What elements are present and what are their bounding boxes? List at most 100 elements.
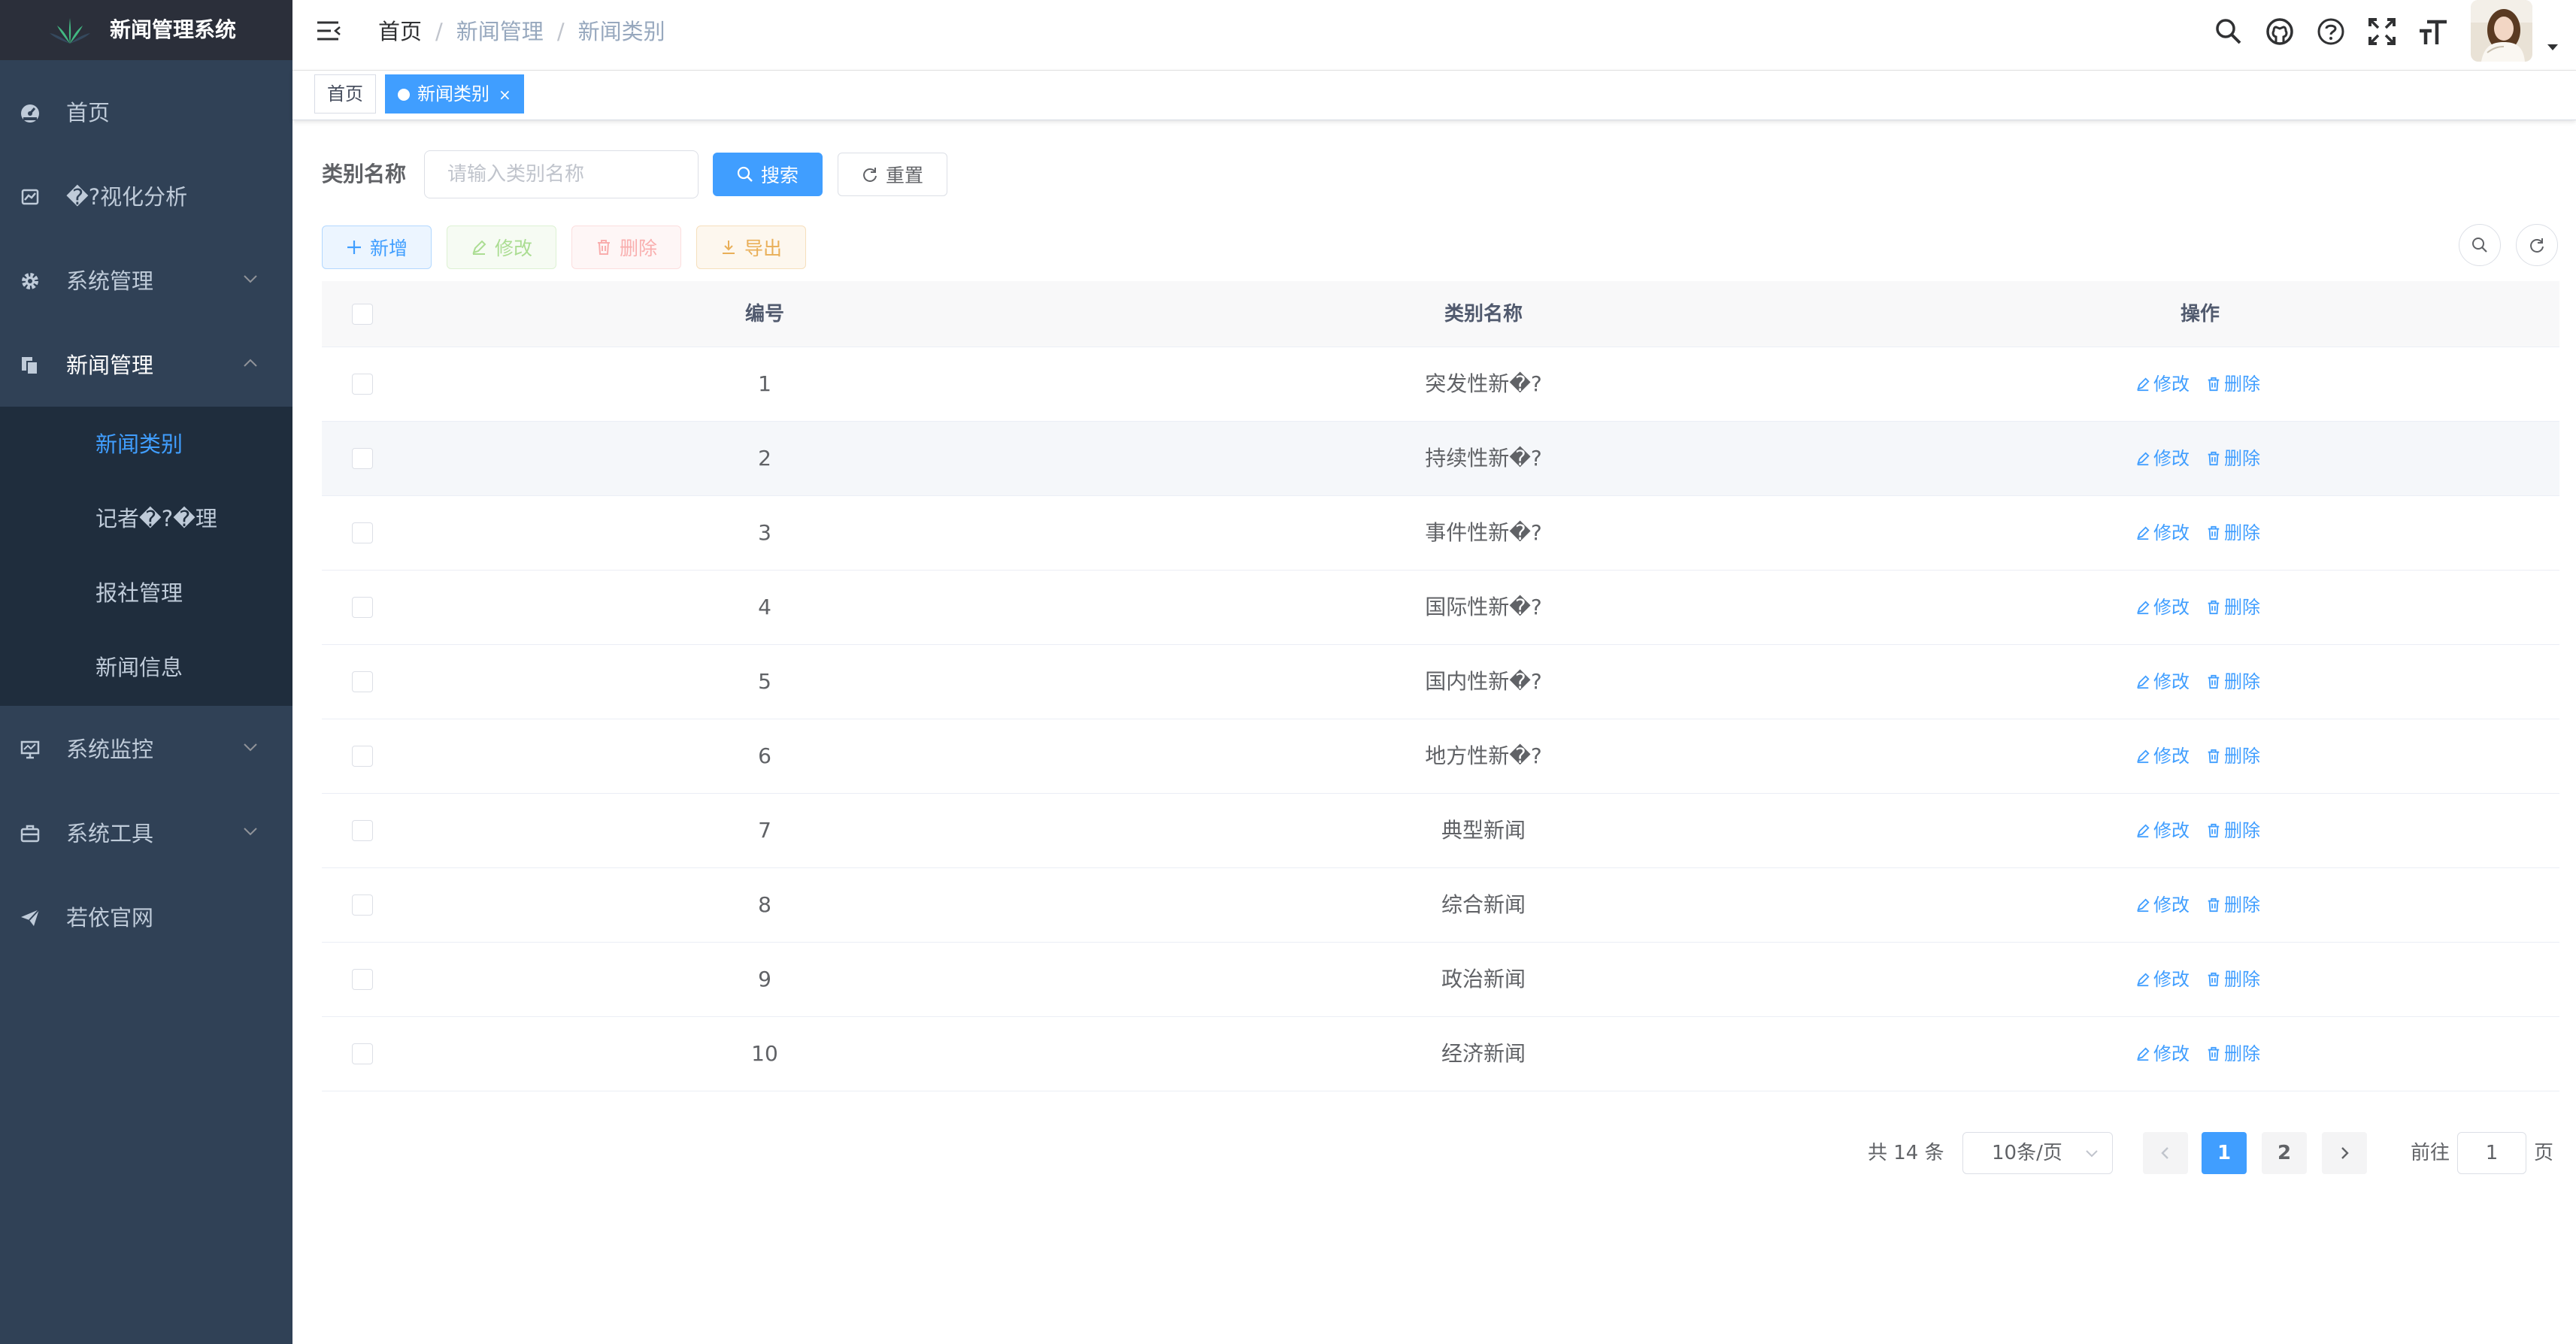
- table-row[interactable]: 9 政治新闻 修改 删除: [322, 943, 2559, 1017]
- row-delete-link[interactable]: 删除: [2206, 371, 2260, 398]
- page-button-1[interactable]: 1: [2202, 1132, 2247, 1174]
- sidebar-item-news-management[interactable]: 新闻管理: [0, 323, 292, 407]
- row-checkbox[interactable]: [352, 1043, 373, 1064]
- table-row[interactable]: 1 突发性新�? 修改 删除: [322, 347, 2559, 422]
- row-delete-link[interactable]: 删除: [2206, 817, 2260, 844]
- row-checkbox[interactable]: [352, 522, 373, 543]
- table-row[interactable]: 2 持续性新�? 修改 删除: [322, 422, 2559, 496]
- search-button[interactable]: 搜索: [713, 153, 823, 196]
- hamburger-icon[interactable]: [316, 20, 341, 42]
- export-button[interactable]: 导出: [696, 226, 806, 269]
- table-row[interactable]: 4 国际性新�? 修改 删除: [322, 571, 2559, 645]
- page-size-select[interactable]: 10条/页: [1962, 1132, 2113, 1174]
- edit-button[interactable]: 修改: [447, 226, 556, 269]
- sidebar-item-label: 系统监控: [66, 737, 154, 762]
- sidebar-item-home[interactable]: 首页: [0, 71, 292, 155]
- row-delete-link[interactable]: 删除: [2206, 445, 2260, 472]
- edit-icon: [471, 239, 487, 256]
- toggle-search-button[interactable]: [2459, 224, 2501, 266]
- category-name-input[interactable]: [424, 150, 699, 198]
- add-button[interactable]: 新增: [322, 226, 432, 269]
- caret-down-icon[interactable]: [2547, 44, 2559, 51]
- row-checkbox[interactable]: [352, 448, 373, 469]
- row-actions: 修改 删除: [2135, 371, 2260, 398]
- sidebar-item-label: 首页: [66, 100, 111, 126]
- table-row[interactable]: 8 综合新闻 修改 删除: [322, 868, 2559, 943]
- prev-page-button[interactable]: [2143, 1132, 2188, 1174]
- cell-category-name: 政治新闻: [1441, 967, 1526, 991]
- cell-category-name: 综合新闻: [1441, 892, 1526, 917]
- sidebar-item-label: 新闻管理: [66, 353, 154, 378]
- row-edit-link[interactable]: 修改: [2135, 817, 2190, 844]
- row-checkbox[interactable]: [352, 671, 373, 692]
- delete-button[interactable]: 删除: [571, 226, 681, 269]
- sidebar-subitem-label: 新闻信息: [95, 655, 183, 680]
- tag-home[interactable]: 首页: [314, 74, 376, 114]
- select-all-checkbox[interactable]: [352, 304, 373, 325]
- row-checkbox[interactable]: [352, 746, 373, 767]
- add-button-label: 新增: [369, 238, 408, 259]
- documents-icon: [20, 355, 41, 376]
- row-edit-link[interactable]: 修改: [2135, 743, 2190, 770]
- sidebar-subitem-reporter-management[interactable]: 记者�?�理: [0, 481, 292, 555]
- breadcrumb-home[interactable]: 首页: [378, 17, 422, 47]
- row-checkbox[interactable]: [352, 969, 373, 990]
- font-size-icon[interactable]: [2418, 17, 2448, 47]
- sidebar-item-system-tools[interactable]: 系统工具: [0, 792, 292, 876]
- logo-bar[interactable]: 新闻管理系统: [0, 0, 292, 60]
- row-edit-label: 修改: [2153, 746, 2190, 767]
- chevron-right-icon: [2338, 1145, 2351, 1161]
- row-edit-link[interactable]: 修改: [2135, 371, 2190, 398]
- avatar[interactable]: [2471, 0, 2532, 62]
- page-button-2[interactable]: 2: [2262, 1132, 2307, 1174]
- row-checkbox[interactable]: [352, 894, 373, 916]
- sidebar-item-system-monitor[interactable]: 系统监控: [0, 707, 292, 792]
- row-edit-link[interactable]: 修改: [2135, 891, 2190, 919]
- row-delete-link[interactable]: 删除: [2206, 743, 2260, 770]
- goto-page-input[interactable]: [2457, 1132, 2526, 1174]
- row-delete-link[interactable]: 删除: [2206, 1040, 2260, 1067]
- cell-id: 3: [758, 520, 771, 545]
- table-row[interactable]: 10 经济新闻 修改 删除: [322, 1017, 2559, 1091]
- sidebar-subitem-news-info[interactable]: 新闻信息: [0, 630, 292, 704]
- row-delete-link[interactable]: 删除: [2206, 519, 2260, 546]
- row-delete-link[interactable]: 删除: [2206, 594, 2260, 621]
- row-delete-link[interactable]: 删除: [2206, 668, 2260, 695]
- table-row[interactable]: 3 事件性新�? 修改 删除: [322, 496, 2559, 571]
- tag-label: 首页: [327, 83, 363, 104]
- help-icon[interactable]: [2316, 17, 2346, 47]
- row-edit-link[interactable]: 修改: [2135, 668, 2190, 695]
- reset-button[interactable]: 重置: [838, 153, 947, 196]
- fullscreen-icon[interactable]: [2367, 17, 2397, 47]
- row-checkbox[interactable]: [352, 374, 373, 395]
- row-edit-link[interactable]: 修改: [2135, 1040, 2190, 1067]
- search-icon[interactable]: [2214, 17, 2244, 47]
- edit-icon: [2135, 377, 2150, 392]
- table-row[interactable]: 5 国内性新�? 修改 删除: [322, 645, 2559, 719]
- row-edit-link[interactable]: 修改: [2135, 966, 2190, 993]
- sidebar-item-system-management[interactable]: 系统管理: [0, 239, 292, 323]
- row-delete-link[interactable]: 删除: [2206, 891, 2260, 919]
- search-icon: [2471, 237, 2488, 253]
- next-page-button[interactable]: [2322, 1132, 2367, 1174]
- tag-news-category[interactable]: 新闻类别 ×: [385, 74, 524, 114]
- row-checkbox[interactable]: [352, 820, 373, 841]
- sidebar-subitem-newspaper-management[interactable]: 报社管理: [0, 555, 292, 630]
- trash-icon: [2206, 451, 2221, 466]
- row-delete-link[interactable]: 删除: [2206, 966, 2260, 993]
- row-checkbox[interactable]: [352, 597, 373, 618]
- refresh-table-button[interactable]: [2516, 224, 2558, 266]
- close-icon[interactable]: ×: [499, 86, 511, 104]
- table-row[interactable]: 7 典型新闻 修改 删除: [322, 794, 2559, 868]
- sidebar-subitem-news-category[interactable]: 新闻类别: [0, 407, 292, 481]
- row-edit-label: 修改: [2153, 374, 2190, 395]
- sidebar-item-visual-analysis[interactable]: �?视化分析: [0, 155, 292, 239]
- cell-category-name: 国际性新�?: [1425, 595, 1542, 619]
- row-edit-link[interactable]: 修改: [2135, 594, 2190, 621]
- table-row[interactable]: 6 地方性新�? 修改 删除: [322, 719, 2559, 794]
- row-edit-link[interactable]: 修改: [2135, 519, 2190, 546]
- github-icon[interactable]: [2265, 17, 2295, 47]
- row-edit-link[interactable]: 修改: [2135, 445, 2190, 472]
- row-delete-label: 删除: [2224, 969, 2260, 990]
- sidebar-item-official-site[interactable]: 若依官网: [0, 876, 292, 960]
